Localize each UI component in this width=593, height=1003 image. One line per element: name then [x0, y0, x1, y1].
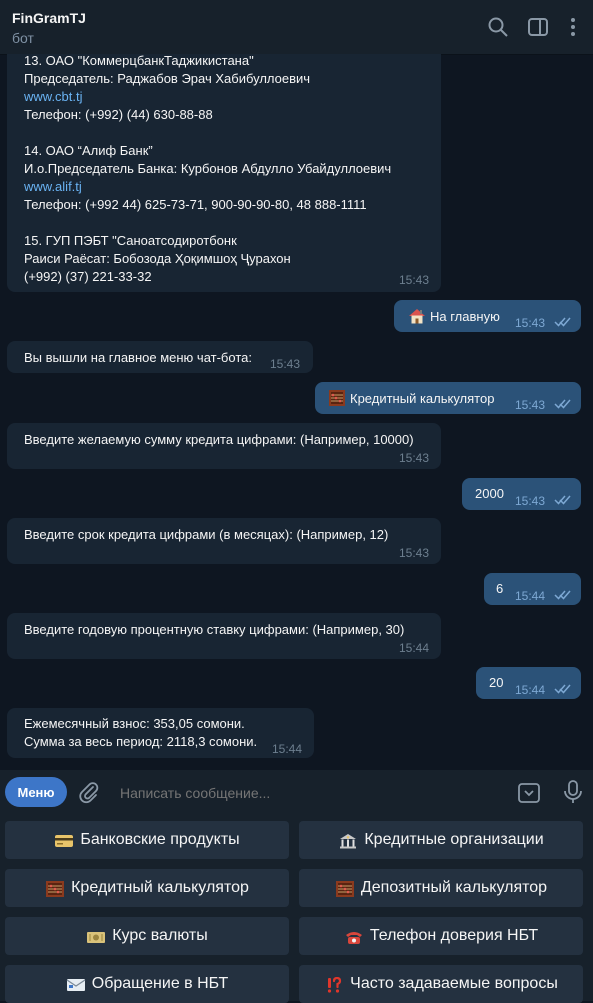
total-sum-text: Сумма за весь период: 2118,3 сомони. — [24, 734, 258, 749]
message-time: 15:43 — [399, 273, 430, 287]
message-line — [24, 124, 391, 142]
keyboard-button-label: Обращение в НБТ — [91, 975, 229, 992]
monthly-payment-text: Ежемесячный взнос: 353,05 сомони. — [24, 716, 245, 731]
message-line: Телефон: (+992) (44) 630-88-88 — [24, 107, 213, 122]
message-time: 15:44 — [515, 683, 546, 697]
abacus-icon — [45, 881, 65, 897]
keyboard-button-faq[interactable]: Часто задаваемые вопросы — [299, 965, 583, 1003]
keyboard-button-credit-calculator[interactable]: Кредитный калькулятор — [5, 869, 289, 907]
message-line: И.о.Председатель Банка: Курбонов Абдулло… — [24, 161, 392, 176]
message-line: 13. ОАО "КоммерцбанкТаджикистана" — [24, 54, 254, 68]
message-time: 15:43 — [515, 316, 546, 330]
message-time: 15:43 — [399, 451, 430, 465]
money-icon — [86, 929, 106, 945]
message-time: 15:44 — [272, 742, 303, 756]
message-composer: Меню — [0, 770, 593, 814]
telephone-icon — [344, 929, 364, 945]
message-line — [24, 214, 391, 232]
keyboard-button-label: Курс валюты — [112, 927, 208, 944]
keyboard-button-credit-organizations[interactable]: Кредитные организации — [299, 821, 583, 859]
read-receipt-icon — [554, 398, 572, 410]
bot-reply-keyboard: Банковские продукты Кредитные организаци… — [0, 814, 593, 1003]
message-outgoing: 2000 15:43 — [462, 478, 581, 510]
chat-header: FinGramTJ бот — [0, 0, 593, 55]
message-outgoing: 20 15:44 — [476, 667, 581, 699]
more-options-icon[interactable] — [562, 16, 584, 38]
message-time: 15:43 — [515, 494, 546, 508]
message-incoming: Введите срок кредита цифрами (в месяцах)… — [7, 518, 441, 564]
keyboard-button-label: Телефон доверия НБТ — [369, 927, 539, 944]
abacus-icon — [335, 881, 355, 897]
website-link[interactable]: www.cbt.tj — [24, 88, 391, 106]
message-outgoing: 6 15:44 — [484, 573, 581, 605]
keyboard-button-label: Часто задаваемые вопросы — [350, 975, 558, 992]
attach-icon[interactable] — [78, 781, 100, 805]
read-receipt-icon — [554, 589, 572, 601]
keyboard-button-label: Депозитный калькулятор — [360, 879, 548, 896]
keyboard-button-label: Кредитный калькулятор — [71, 879, 249, 896]
message-text: 6 — [496, 581, 504, 596]
keyboard-button-label: Банковские продукты — [80, 831, 240, 848]
message-time: 15:43 — [270, 357, 301, 371]
message-text: Вы вышли на главное меню чат-бота: — [24, 350, 252, 365]
chat-status: бот — [12, 30, 34, 46]
message-line: 15. ГУП ПЭБТ "Саноатсодиротбонк — [24, 233, 237, 248]
message-line: (+992) (37) 221-33-32 — [24, 269, 152, 284]
keyboard-button-trust-phone[interactable]: Телефон доверия НБТ — [299, 917, 583, 955]
read-receipt-icon — [554, 494, 572, 506]
exclamation-question-icon — [324, 976, 344, 993]
message-time: 15:44 — [399, 641, 430, 655]
message-list[interactable]: 13. ОАО "КоммерцбанкТаджикистана" Предсе… — [0, 54, 593, 770]
keyboard-button-exchange-rate[interactable]: Курс валюты — [5, 917, 289, 955]
message-line: Раиси Раёсат: Бобозода Ҳоқимшоҳ Ҷурахон — [24, 251, 291, 266]
bot-keyboard-toggle-icon[interactable] — [517, 781, 541, 805]
bank-icon — [338, 833, 358, 849]
message-time: 15:44 — [515, 589, 546, 603]
read-receipt-icon — [554, 316, 572, 328]
message-outgoing: На главную 15:43 — [394, 300, 581, 332]
read-receipt-icon — [554, 683, 572, 695]
bot-menu-button[interactable]: Меню — [5, 777, 67, 807]
abacus-icon — [328, 389, 346, 407]
website-link[interactable]: www.alif.tj — [24, 178, 391, 196]
sidebar-toggle-icon[interactable] — [527, 16, 549, 38]
chat-title[interactable]: FinGramTJ — [12, 10, 86, 26]
message-line: Телефон: (+992 44) 625-73-71, 900-90-90-… — [24, 197, 367, 212]
message-line: Председатель: Раджабов Эрач Хабибуллоеви… — [24, 71, 311, 86]
message-text: Введите желаемую сумму кредита цифрами: … — [24, 432, 414, 447]
credit-card-icon — [54, 833, 74, 849]
message-incoming: 13. ОАО "КоммерцбанкТаджикистана" Предсе… — [7, 54, 441, 292]
message-text: 2000 — [475, 486, 504, 501]
message-text: Введите срок кредита цифрами (в месяцах)… — [24, 527, 389, 542]
message-incoming: Вы вышли на главное меню чат-бота: 15:43 — [7, 341, 313, 373]
keyboard-button-appeal[interactable]: Обращение в НБТ — [5, 965, 289, 1003]
message-incoming: Введите желаемую сумму кредита цифрами: … — [7, 423, 441, 469]
house-icon — [408, 307, 426, 325]
message-text: 20 — [489, 675, 504, 690]
message-input[interactable] — [118, 782, 502, 804]
message-text: Кредитный калькулятор — [350, 391, 495, 406]
message-incoming: Введите годовую процентную ставку цифрам… — [7, 613, 441, 659]
message-text: Введите годовую процентную ставку цифрам… — [24, 622, 405, 637]
keyboard-button-deposit-calculator[interactable]: Депозитный калькулятор — [299, 869, 583, 907]
message-outgoing: Кредитный калькулятор 15:43 — [315, 382, 581, 414]
message-time: 15:43 — [515, 398, 546, 412]
keyboard-button-label: Кредитные организации — [364, 831, 544, 848]
keyboard-button-bank-products[interactable]: Банковские продукты — [5, 821, 289, 859]
message-line: 14. ОАО “Алиф Банк” — [24, 143, 153, 158]
message-time: 15:43 — [399, 546, 430, 560]
search-icon[interactable] — [487, 16, 509, 38]
envelope-icon — [66, 977, 86, 993]
microphone-icon[interactable] — [562, 779, 584, 805]
message-incoming: Ежемесячный взнос: 353,05 сомони. Сумма … — [7, 708, 314, 758]
message-text: На главную — [430, 309, 500, 324]
